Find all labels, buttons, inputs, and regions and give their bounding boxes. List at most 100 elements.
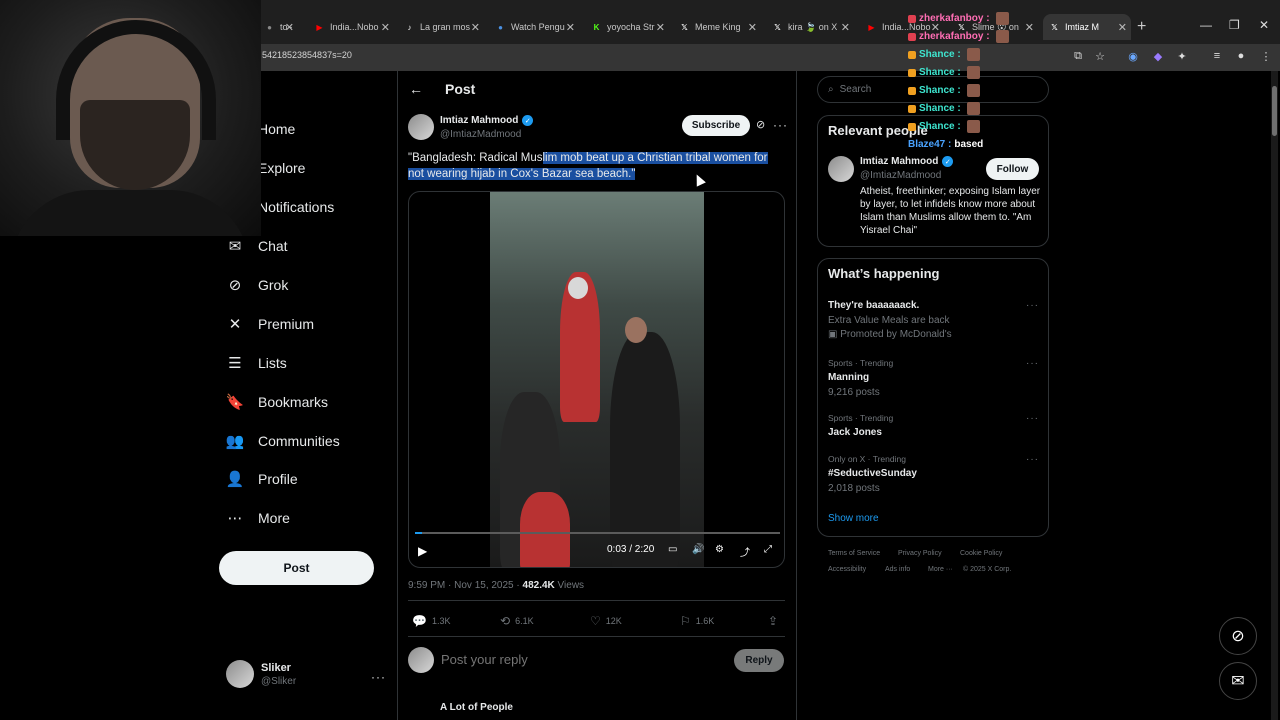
browser-tab[interactable]: ● Watch Pengu ✕ [489, 14, 579, 40]
play-icon[interactable]: ▶ [418, 544, 427, 558]
footer-link[interactable]: Terms of Service [828, 550, 880, 557]
browser-tab[interactable]: ●to - Si✕ [258, 14, 298, 40]
browser-tab[interactable]: 𝕏kira 🍃 on X ✕ [766, 14, 854, 40]
trend-name[interactable]: #SeductiveSunday [828, 468, 917, 479]
reply-icon: 💬 [412, 614, 427, 628]
tab-close-icon[interactable]: ✕ [285, 21, 294, 34]
trend-more-icon[interactable]: ··· [1026, 300, 1039, 311]
browser-tab[interactable]: ♪ La gran mos ✕ [398, 14, 484, 40]
nav-item-grok[interactable]: ⊘ Grok [226, 276, 289, 294]
install-icon[interactable]: ⧉ [1070, 48, 1086, 64]
trend-context: Only on X · Trending [828, 454, 906, 464]
browser-tab[interactable]: 𝕏 Imtiaz M ✕ [1043, 14, 1131, 40]
trend-more-icon[interactable]: ··· [1026, 358, 1039, 369]
footer-link[interactable]: Cookie Policy [960, 550, 1002, 557]
nav-item-chat[interactable]: ✉ Chat [226, 237, 288, 255]
restore-icon[interactable]: ❐ [1229, 18, 1240, 32]
next-reply-author[interactable]: A Lot of People [440, 702, 513, 713]
footer-link[interactable]: More ··· [928, 566, 953, 573]
search-icon: ⌕ [828, 84, 834, 95]
tab-close-icon[interactable]: ✕ [1025, 21, 1034, 34]
messages-fab-icon[interactable]: ✉ [1219, 662, 1257, 700]
tab-close-icon[interactable]: ✕ [471, 21, 480, 34]
relevant-handle[interactable]: @ImtiazMadmood [860, 170, 941, 181]
profile-icon[interactable]: ● [1233, 48, 1249, 64]
grok-icon: ⊘ [228, 277, 242, 294]
video-player[interactable]: ▶ 0:03 / 2:20 ▭ 🔊 ⚙ ⤴ ⤢ [408, 191, 785, 568]
whats-happening-title: What’s happening [828, 266, 940, 281]
account-more-icon[interactable]: ··· [371, 670, 386, 684]
shield-extension-icon[interactable]: ◆ [1150, 48, 1166, 64]
footer-link[interactable]: © 2025 X Corp. [963, 566, 1011, 573]
scrollbar[interactable] [1271, 71, 1278, 720]
tab-label: Imtiaz M [1065, 22, 1100, 32]
nav-item-bookmarks[interactable]: 🔖 Bookmarks [226, 393, 328, 411]
back-arrow-icon[interactable]: ← [409, 81, 423, 97]
video-progress-bar[interactable] [415, 532, 780, 534]
captions-icon[interactable]: ▭ [668, 544, 677, 555]
chat-message: Shance : [908, 120, 980, 133]
star-icon[interactable]: ☆ [1092, 48, 1108, 64]
pip-icon[interactable]: ⤴ [740, 544, 750, 559]
tab-close-icon[interactable]: ✕ [566, 21, 575, 34]
nav-item-profile[interactable]: 👤 Profile [226, 470, 298, 488]
trend-more-icon[interactable]: ··· [1026, 454, 1039, 465]
like-action[interactable]: ♡ 12K [590, 614, 622, 628]
chat-username: Shance : [919, 103, 961, 114]
nav-item-premium[interactable]: ✕ Premium [226, 315, 314, 333]
post-button[interactable]: Post [219, 551, 374, 585]
post-more-icon[interactable]: ··· [773, 118, 788, 132]
nav-item-more[interactable]: ⋯ More [226, 509, 290, 527]
relevant-name[interactable]: Imtiaz Mahmood ✓ [860, 156, 954, 167]
media-icon[interactable]: ≡ [1209, 48, 1225, 64]
reply-input[interactable] [441, 652, 721, 667]
close-window-icon[interactable]: ✕ [1259, 18, 1269, 32]
relevant-avatar[interactable] [828, 156, 854, 182]
puzzle-icon[interactable]: ✦ [1174, 48, 1190, 64]
show-more-link[interactable]: Show more [828, 513, 879, 524]
author-handle[interactable]: @ImtiazMadmood [440, 129, 521, 140]
browser-tab[interactable]: 𝕏 Meme King ✕ [673, 14, 761, 40]
share-action[interactable]: ⇪ [768, 614, 783, 628]
tab-close-icon[interactable]: ✕ [656, 21, 665, 34]
menu-icon[interactable]: ⋮ [1258, 48, 1274, 64]
author-name[interactable]: Imtiaz Mahmood ✓ [440, 115, 534, 126]
account-switcher[interactable]: Sliker @Sliker [226, 660, 296, 688]
extension-icon[interactable]: ◉ [1125, 48, 1141, 64]
footer-link[interactable]: Accessibility [828, 566, 866, 573]
tab-close-icon[interactable]: ✕ [748, 21, 757, 34]
tab-label: Meme King [695, 22, 741, 32]
post-timestamp[interactable]: 9:59 PM · Nov 15, 2025 · [408, 580, 523, 591]
fullscreen-icon[interactable]: ⤢ [764, 544, 772, 555]
subscribe-button[interactable]: Subscribe [682, 115, 750, 136]
nav-item-label: Bookmarks [258, 394, 329, 410]
volume-icon[interactable]: 🔊 [692, 544, 704, 555]
repost-action[interactable]: ⟲ 6.1K [500, 614, 534, 628]
trend-name[interactable]: Jack Jones [828, 427, 882, 438]
youtube-icon: ▶ [868, 22, 875, 32]
grok-explain-icon[interactable]: ⊘ [756, 118, 765, 131]
author-avatar[interactable] [408, 114, 434, 140]
url-field[interactable]: 54218523854837s=20 [262, 50, 352, 60]
nav-item-communities[interactable]: 👥 Communities [226, 432, 340, 450]
new-tab-button[interactable]: + [1137, 18, 1146, 36]
tab-close-icon[interactable]: ✕ [841, 21, 850, 34]
reply-button[interactable]: Reply [734, 649, 784, 672]
settings-icon[interactable]: ⚙ [715, 544, 724, 555]
grok-fab-icon[interactable]: ⊘ [1219, 617, 1257, 655]
tab-close-icon[interactable]: ✕ [381, 21, 390, 34]
tab-close-icon[interactable]: ✕ [1118, 21, 1127, 34]
trend-name[interactable]: They're baaaaaack. [828, 300, 919, 311]
trend-name[interactable]: Manning [828, 372, 869, 383]
scrollbar-thumb[interactable] [1272, 86, 1277, 136]
trend-more-icon[interactable]: ··· [1026, 413, 1039, 424]
bookmark-action[interactable]: ⚐ 1.6K [680, 614, 714, 628]
footer-link[interactable]: Ads info [885, 566, 910, 573]
nav-item-lists[interactable]: ☰ Lists [226, 354, 287, 372]
reply-action[interactable]: 💬 1.3K [412, 614, 450, 628]
browser-tab[interactable]: Kyoyocha Str ✕ [585, 14, 669, 40]
browser-tab[interactable]: ▶ India...Nobo ✕ [308, 14, 394, 40]
footer-link[interactable]: Privacy Policy [898, 550, 942, 557]
follow-button[interactable]: Follow [986, 158, 1039, 180]
minimize-icon[interactable]: — [1200, 18, 1212, 32]
